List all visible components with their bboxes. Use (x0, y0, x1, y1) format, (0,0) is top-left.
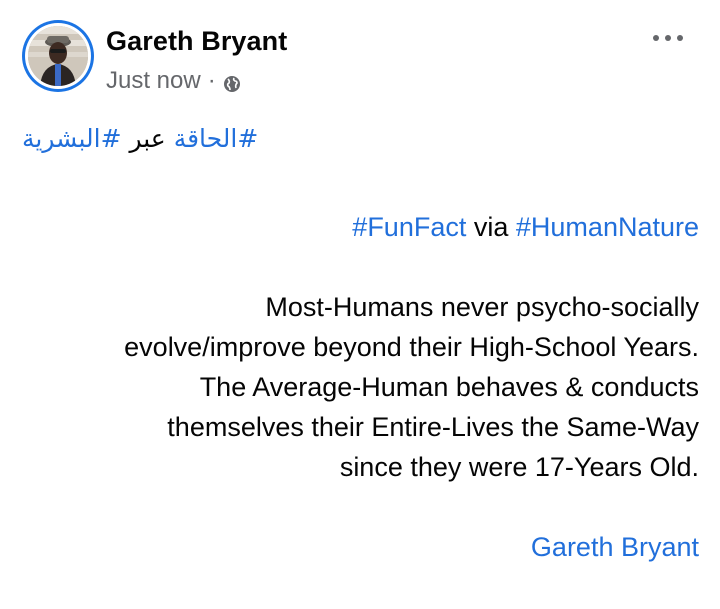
hashtag-humannature[interactable]: #HumanNature (516, 212, 699, 242)
paragraph-line: The Average-Human behaves & conducts (199, 372, 699, 402)
paragraph-line: themselves their Entire-Lives the Same-W… (167, 412, 699, 442)
timestamp[interactable]: Just now (106, 67, 201, 95)
arabic-hashtag-line: #الحاقة عبر #البشرية (22, 124, 258, 153)
headline-word: via (473, 212, 509, 242)
post-card: Gareth Bryant Just now · #الحاقة عبر #ال… (0, 0, 720, 609)
more-options-button[interactable] (646, 20, 690, 56)
paragraph-line: evolve/improve beyond their High-School … (124, 332, 699, 362)
post-paragraph: Most-Humans never psycho-socially evolve… (19, 287, 699, 487)
author-name[interactable]: Gareth Bryant (106, 26, 287, 57)
hashtag-arabic-2[interactable]: #البشرية (22, 124, 122, 153)
meta-separator: · (207, 67, 216, 94)
arabic-word: عبر (129, 124, 166, 153)
hashtag-arabic-1[interactable]: #الحاقة (174, 124, 259, 153)
avatar[interactable] (22, 20, 94, 92)
post-meta: Just now · (106, 67, 241, 95)
avatar-ring (25, 23, 91, 89)
avatar-photo (28, 26, 88, 86)
post-header: Gareth Bryant Just now · (22, 20, 702, 96)
globe-icon[interactable] (223, 72, 241, 92)
profile-photo-icon (28, 26, 88, 86)
hashtag-funfact[interactable]: #FunFact (352, 212, 466, 242)
headline: #FunFact via #HumanNature (19, 207, 699, 247)
signature-line: Gareth Bryant (19, 527, 699, 567)
more-options-icon (653, 35, 683, 41)
signature-link[interactable]: Gareth Bryant (531, 532, 699, 562)
paragraph-line: Most-Humans never psycho-socially (265, 292, 699, 322)
post-body: #FunFact via #HumanNature Most-Humans ne… (19, 207, 699, 567)
paragraph-line: since they were 17-Years Old. (339, 452, 699, 482)
